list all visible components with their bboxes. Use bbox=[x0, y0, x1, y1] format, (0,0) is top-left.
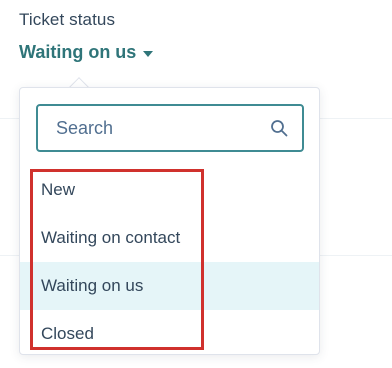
search-placeholder: Search bbox=[56, 117, 114, 138]
status-option-closed[interactable]: Closed bbox=[20, 310, 319, 358]
field-label: Ticket status bbox=[19, 10, 116, 29]
status-option-list: New Waiting on contact Waiting on us Clo… bbox=[20, 166, 319, 358]
status-option-new[interactable]: New bbox=[20, 166, 319, 214]
status-option-waiting-on-us[interactable]: Waiting on us bbox=[20, 262, 319, 310]
ticket-status-dropdown-trigger[interactable]: Waiting on us bbox=[19, 42, 154, 63]
ticket-status-dropdown-menu: Search New Waiting on contact Waiting on… bbox=[19, 87, 320, 355]
caret-down-icon bbox=[143, 50, 154, 57]
search-input[interactable]: Search bbox=[36, 104, 304, 152]
status-option-waiting-on-contact[interactable]: Waiting on contact bbox=[20, 214, 319, 262]
ticket-status-value: Waiting on us bbox=[19, 42, 137, 62]
search-icon[interactable] bbox=[270, 119, 288, 137]
